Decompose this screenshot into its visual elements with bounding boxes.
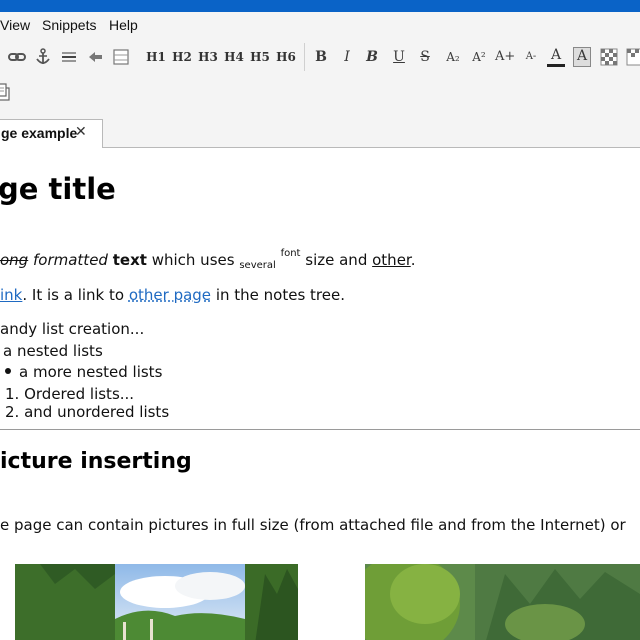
forest-image-icon (365, 564, 640, 640)
page-title: ge title (0, 172, 116, 206)
paragraph: e page can contain pictures in full size… (0, 516, 626, 534)
horizontal-rule (0, 429, 640, 430)
menu-bar: View Snippets Help (0, 12, 640, 37)
increase-font-button[interactable]: A+ (495, 47, 515, 67)
heading-1-button[interactable]: H1 (146, 47, 166, 67)
forest-picture[interactable] (365, 564, 640, 640)
subscript-button[interactable]: A₂ (443, 47, 463, 67)
heading-2-button[interactable]: H2 (172, 47, 192, 67)
editor-content[interactable]: ge title ong formatted text which uses s… (0, 148, 640, 640)
italic-button[interactable]: I (339, 47, 355, 67)
back-arrow-icon[interactable] (86, 48, 104, 66)
strikethrough-button[interactable]: S (417, 47, 433, 67)
menu-help[interactable]: Help (109, 17, 138, 33)
window-titlebar (0, 0, 640, 12)
text-color-button[interactable]: A (547, 47, 565, 67)
web-link[interactable]: ink (0, 286, 22, 304)
note-link[interactable]: other page (129, 286, 211, 304)
heading-5-button[interactable]: H5 (250, 47, 270, 67)
underline-button[interactable]: U (391, 47, 407, 67)
tab-bar: ge example ✕ (0, 110, 640, 149)
menu-snippets[interactable]: Snippets (42, 17, 96, 33)
heading-3-button[interactable]: H3 (198, 47, 218, 67)
table-icon[interactable] (112, 48, 130, 66)
tab-page-example[interactable]: ge example ✕ (0, 119, 103, 149)
landscape-picture[interactable] (15, 564, 298, 640)
superscript-button[interactable]: A² (469, 47, 489, 67)
list-item: 1. Ordered lists... (5, 385, 135, 403)
section-heading: icture inserting (0, 449, 192, 474)
close-icon[interactable]: ✕ (75, 124, 87, 140)
menu-view[interactable]: View (0, 17, 30, 33)
list-intro: andy list creation... (0, 320, 145, 338)
bold-italic-button[interactable]: B (364, 47, 380, 67)
copy-icon[interactable] (0, 83, 12, 101)
landscape-image-icon (15, 564, 298, 640)
horizontal-rule-icon[interactable] (60, 48, 78, 66)
link-icon[interactable] (8, 48, 26, 66)
list-item: a more nested lists (5, 363, 162, 381)
background-color-button[interactable]: A (573, 47, 591, 67)
formatting-toolbar: H1 H2 H3 H4 H5 H6 B I B U S A₂ A² A+ A- … (0, 37, 640, 77)
toolbar-separator (304, 43, 305, 71)
tab-label: ge example (1, 125, 78, 141)
bullet-icon (5, 368, 11, 374)
link-text-line: ink. It is a link to other page in the n… (0, 286, 345, 304)
heading-6-button[interactable]: H6 (276, 47, 296, 67)
decrease-font-button[interactable]: A- (522, 47, 540, 67)
bold-button[interactable]: B (313, 47, 329, 67)
list-item: a nested lists (3, 342, 103, 360)
heading-4-button[interactable]: H4 (224, 47, 244, 67)
checkerboard-icon[interactable] (600, 48, 618, 66)
anchor-icon[interactable] (34, 48, 52, 66)
formatted-text-line: ong formatted text which uses several fo… (0, 248, 416, 271)
list-item: 2. and unordered lists (5, 403, 170, 421)
grid-icon[interactable] (626, 48, 640, 66)
secondary-toolbar (0, 77, 640, 110)
